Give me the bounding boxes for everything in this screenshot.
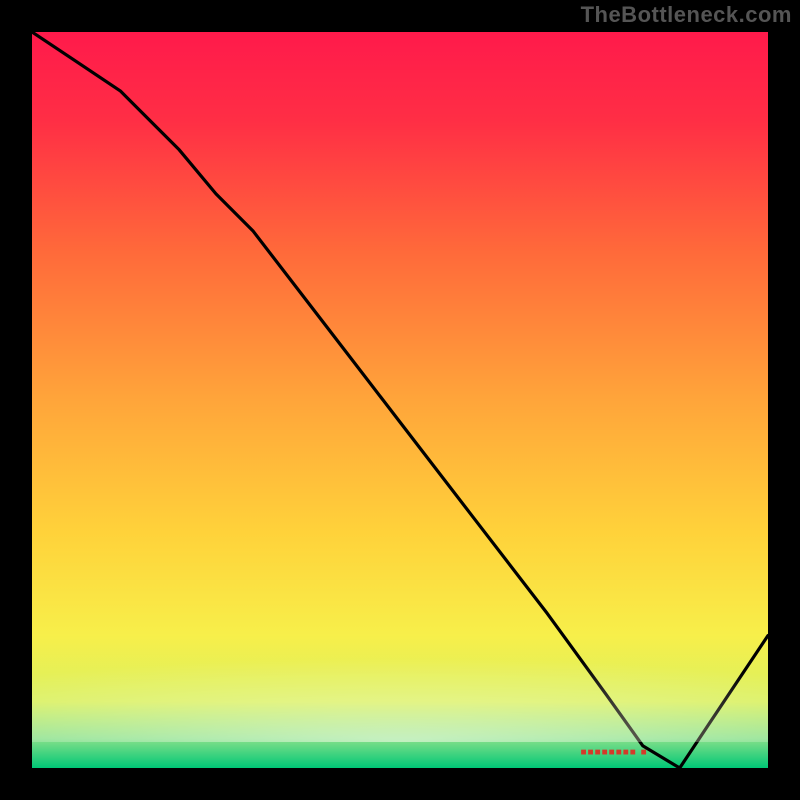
plot-area: ■■■■■■■■ ■: [32, 32, 768, 768]
plot-svg: [32, 32, 768, 768]
gradient-bg: [32, 32, 768, 768]
watermark-text: TheBottleneck.com: [581, 2, 792, 28]
chart-root: TheBottleneck.com ■■■■■■■■ ■: [0, 0, 800, 800]
optimum-marker: ■■■■■■■■ ■: [581, 747, 648, 758]
